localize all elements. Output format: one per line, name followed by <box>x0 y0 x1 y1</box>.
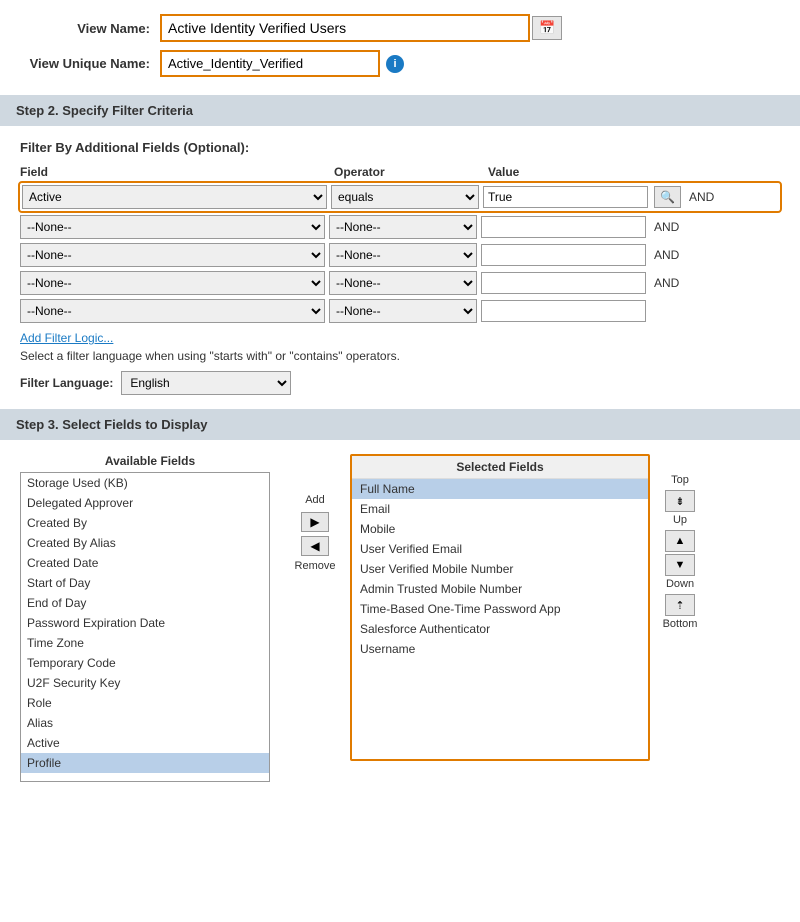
list-item[interactable]: Created By <box>21 513 269 533</box>
page-wrapper: View Name: 📅 View Unique Name: i Step 2.… <box>0 0 800 922</box>
operator-select-5[interactable]: --None-- equals <box>329 299 477 323</box>
value-input-1[interactable] <box>483 186 648 208</box>
selected-list-item-email[interactable]: Email <box>352 499 648 519</box>
selected-list-item-fullname[interactable]: Full Name <box>352 479 648 499</box>
top-button[interactable]: ⇟ <box>665 490 695 512</box>
view-name-row: View Name: 📅 <box>20 14 780 42</box>
filter-language-row: Filter Language: English French German S… <box>20 371 780 395</box>
list-item[interactable]: Created By Alias <box>21 533 269 553</box>
and-label-1: AND <box>689 190 714 204</box>
search-icon-btn-1[interactable]: 🔍 <box>654 186 681 208</box>
view-name-label: View Name: <box>20 21 160 36</box>
list-item[interactable]: End of Day <box>21 593 269 613</box>
available-fields-listbox[interactable]: Storage Used (KB) Delegated Approver Cre… <box>20 472 270 782</box>
selected-fields-list[interactable]: Full Name Email Mobile User Verified Ema… <box>352 479 648 759</box>
and-label-3: AND <box>654 248 679 262</box>
filter-row-4: --None-- Active --None-- equals AND <box>20 271 780 295</box>
up-button[interactable]: ▲ <box>665 530 695 552</box>
operator-select-2[interactable]: --None-- equals <box>329 215 477 239</box>
field-select-1[interactable]: Active --None-- <box>22 185 327 209</box>
selected-list-item-admin-trusted[interactable]: Admin Trusted Mobile Number <box>352 579 648 599</box>
top-label: Top <box>671 474 689 486</box>
add-button[interactable]: ▶ <box>301 512 328 532</box>
field-select-5[interactable]: --None-- Active <box>20 299 325 323</box>
value-input-4[interactable] <box>481 272 646 294</box>
filter-language-label: Filter Language: <box>20 376 113 390</box>
selected-fields-box: Selected Fields Full Name Email Mobile U… <box>350 454 650 761</box>
available-fields-title: Available Fields <box>20 454 280 468</box>
step2-header: Step 2. Specify Filter Criteria <box>0 95 800 126</box>
selected-list-item-salesforce-auth[interactable]: Salesforce Authenticator <box>352 619 648 639</box>
field-select-2[interactable]: --None-- Active <box>20 215 325 239</box>
view-name-input[interactable] <box>160 14 530 42</box>
list-item[interactable]: Password Expiration Date <box>21 613 269 633</box>
filter-optional-label: Filter By Additional Fields (Optional): <box>20 140 780 155</box>
col-operator-header: Operator <box>334 165 484 179</box>
view-unique-name-input[interactable] <box>160 50 380 77</box>
selected-fields-title: Selected Fields <box>352 456 648 479</box>
selected-list-item-username[interactable]: Username <box>352 639 648 659</box>
add-label: Add <box>305 494 325 506</box>
step3-body: Available Fields Storage Used (KB) Deleg… <box>0 440 800 792</box>
selected-list-item-mobile[interactable]: Mobile <box>352 519 648 539</box>
col-field-header: Field <box>20 165 330 179</box>
filter-row-2: --None-- Active --None-- equals AND <box>20 215 780 239</box>
bottom-button[interactable]: ⇡ <box>665 594 695 616</box>
field-select-3[interactable]: --None-- Active <box>20 243 325 267</box>
bottom-label: Bottom <box>663 618 698 630</box>
remove-label: Remove <box>295 560 336 572</box>
remove-button[interactable]: ◀ <box>301 536 328 556</box>
filter-row-5: --None-- Active --None-- equals <box>20 299 780 323</box>
calendar-icon-btn[interactable]: 📅 <box>532 16 562 40</box>
value-input-2[interactable] <box>481 216 646 238</box>
operator-select-3[interactable]: --None-- equals <box>329 243 477 267</box>
up-label: Up <box>673 514 687 526</box>
filter-row-3: --None-- Active --None-- equals AND <box>20 243 780 267</box>
filter-header-row: Field Operator Value <box>20 165 780 183</box>
step2-body: Filter By Additional Fields (Optional): … <box>0 126 800 409</box>
step3-header: Step 3. Select Fields to Display <box>0 409 800 440</box>
reorder-section: Top ⇟ Up ▲ ▼ Down ⇡ Bottom <box>650 454 710 632</box>
value-input-5[interactable] <box>481 300 646 322</box>
add-remove-section: Add ▶ ◀ Remove <box>280 454 350 574</box>
view-unique-name-label: View Unique Name: <box>20 56 160 71</box>
value-input-3[interactable] <box>481 244 646 266</box>
filter-note: Select a filter language when using "sta… <box>20 349 780 363</box>
filter-language-select[interactable]: English French German Spanish <box>121 371 291 395</box>
selected-list-item-user-verified-email[interactable]: User Verified Email <box>352 539 648 559</box>
operator-select-1[interactable]: equals --None-- <box>331 185 479 209</box>
list-item[interactable]: Created Date <box>21 553 269 573</box>
list-item[interactable]: U2F Security Key <box>21 673 269 693</box>
col-value-header: Value <box>488 165 658 179</box>
list-item[interactable]: Temporary Code <box>21 653 269 673</box>
list-item-selected[interactable]: Profile <box>21 753 269 773</box>
selected-list-item-totp[interactable]: Time-Based One-Time Password App <box>352 599 648 619</box>
fields-area: Available Fields Storage Used (KB) Deleg… <box>20 454 780 782</box>
list-item[interactable]: Delegated Approver <box>21 493 269 513</box>
and-label-2: AND <box>654 220 679 234</box>
field-select-4[interactable]: --None-- Active <box>20 271 325 295</box>
down-button[interactable]: ▼ <box>665 554 695 576</box>
list-item[interactable]: Start of Day <box>21 573 269 593</box>
list-item[interactable]: Storage Used (KB) <box>21 473 269 493</box>
view-unique-name-row: View Unique Name: i <box>20 50 780 77</box>
list-item[interactable]: Alias <box>21 713 269 733</box>
info-icon[interactable]: i <box>386 55 404 73</box>
selected-list-item-user-verified-mobile[interactable]: User Verified Mobile Number <box>352 559 648 579</box>
add-filter-logic-link[interactable]: Add Filter Logic... <box>20 331 780 345</box>
list-item[interactable]: Role <box>21 693 269 713</box>
available-fields-section: Available Fields Storage Used (KB) Deleg… <box>20 454 280 782</box>
filter-row-1: Active --None-- equals --None-- 🔍 AND <box>20 183 780 211</box>
selected-fields-section: Selected Fields Full Name Email Mobile U… <box>350 454 650 761</box>
top-section: View Name: 📅 View Unique Name: i <box>0 0 800 95</box>
down-label: Down <box>666 578 694 590</box>
list-item[interactable]: Active <box>21 733 269 753</box>
list-item[interactable]: Time Zone <box>21 633 269 653</box>
and-label-4: AND <box>654 276 679 290</box>
operator-select-4[interactable]: --None-- equals <box>329 271 477 295</box>
